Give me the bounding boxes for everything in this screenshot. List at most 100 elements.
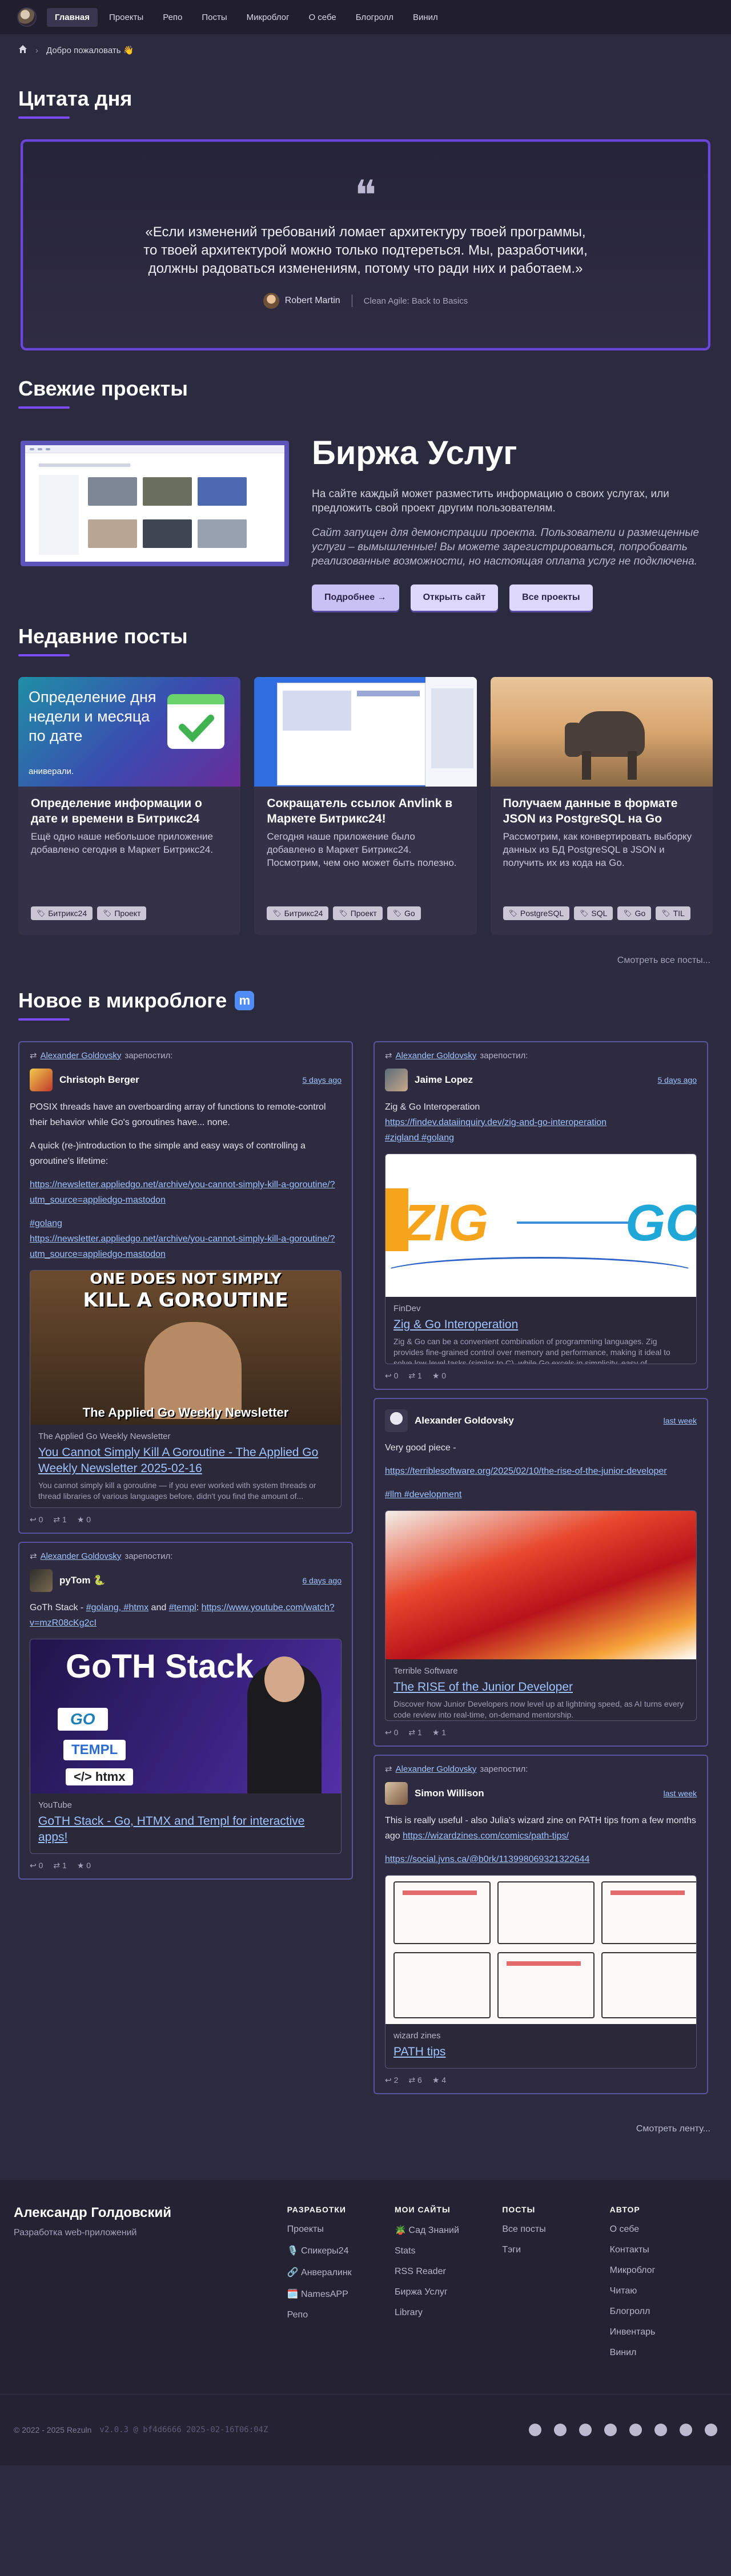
nav-vinyl[interactable]: Винил — [405, 8, 446, 27]
vk-icon[interactable] — [680, 2424, 692, 2436]
nav-projects[interactable]: Проекты — [101, 8, 151, 27]
site-logo[interactable] — [17, 7, 37, 27]
tag[interactable]: 🏷 Проект — [333, 906, 383, 920]
reply-icon[interactable]: ↩ 0 — [30, 1515, 43, 1525]
nav-posts[interactable]: Посты — [194, 8, 235, 27]
footer-link[interactable]: Проекты — [287, 2224, 395, 2235]
footer-link[interactable]: Stats — [395, 2246, 502, 2256]
boost-icon[interactable]: ⇄ 6 — [408, 2075, 421, 2085]
avatar[interactable] — [385, 1069, 408, 1091]
tag[interactable]: 🏷 TIL — [656, 906, 690, 920]
steam-icon[interactable] — [705, 2424, 717, 2436]
boost-icon[interactable]: ⇄ 1 — [408, 1728, 421, 1738]
star-icon[interactable]: ★ 0 — [77, 1515, 91, 1525]
link-preview-card[interactable]: wizard zines PATH tips — [385, 1875, 697, 2069]
reply-icon[interactable]: ↩ 0 — [385, 1371, 398, 1381]
nav-microblog[interactable]: Микроблог — [239, 8, 298, 27]
star-icon[interactable]: ★ 4 — [432, 2075, 446, 2085]
footer-link[interactable]: Винил — [610, 2348, 717, 2358]
footer-link[interactable]: 🗓️ NamesAPP — [287, 2288, 395, 2300]
reply-icon[interactable]: ↩ 2 — [385, 2075, 398, 2085]
preview-title[interactable]: You Cannot Simply Kill A Goroutine - The… — [30, 1441, 341, 1477]
preview-title[interactable]: The RISE of the Junior Developer — [385, 1676, 696, 1695]
project-more-button[interactable]: Подробнее → — [312, 584, 399, 611]
toot-link[interactable]: https://terriblesoftware.org/2025/02/10/… — [385, 1466, 667, 1476]
mastodon-icon[interactable] — [629, 2424, 642, 2436]
link-preview-card[interactable]: ONE DOES NOT SIMPLY KILL A GOROUTINE The… — [30, 1270, 342, 1508]
hashtag-link[interactable]: #zigland #golang — [385, 1133, 454, 1143]
toot-author[interactable]: pyTom 🐍 — [59, 1575, 296, 1586]
home-icon[interactable] — [18, 45, 27, 56]
footer-link[interactable]: Контакты — [610, 2245, 717, 2255]
avatar[interactable] — [385, 1409, 408, 1432]
footer-link[interactable]: 🪴 Сад Знаний — [395, 2224, 502, 2236]
toot-link[interactable]: https://findev.dataiinquiry.dev/zig-and-… — [385, 1118, 607, 1127]
mail-icon[interactable] — [554, 2424, 567, 2436]
nav-home[interactable]: Главная — [47, 7, 98, 27]
footer-link[interactable]: Инвентарь — [610, 2327, 717, 2337]
project-screenshot[interactable] — [21, 441, 289, 566]
open-site-button[interactable]: Открыть сайт — [410, 584, 499, 611]
post-title[interactable]: Определение информации о дате и времени … — [31, 796, 228, 827]
link-preview-card[interactable]: GoTH Stack GO TEMPL </> htmx YouTube GoT… — [30, 1639, 342, 1854]
boost-user-link[interactable]: Alexander Goldovsky — [41, 1051, 122, 1061]
preview-title[interactable]: GoTH Stack - Go, HTMX and Templ for inte… — [30, 1810, 341, 1853]
post-card[interactable]: Сокращатель ссылок Anvlink в Маркете Бит… — [254, 677, 477, 935]
avatar[interactable] — [30, 1569, 53, 1592]
telegram-icon[interactable] — [529, 2424, 541, 2436]
toot-date[interactable]: last week — [664, 1416, 697, 1425]
nav-about[interactable]: О себе — [300, 8, 344, 27]
hashtag-link[interactable]: #llm #development — [385, 1490, 461, 1499]
boost-user-link[interactable]: Alexander Goldovsky — [41, 1551, 122, 1561]
tag[interactable]: 🏷 Go — [617, 906, 652, 920]
tag[interactable]: 🏷 PostgreSQL — [503, 906, 570, 920]
reply-icon[interactable]: ↩ 0 — [30, 1861, 43, 1870]
boost-user-link[interactable]: Alexander Goldovsky — [396, 1051, 477, 1061]
footer-link[interactable]: Блогролл — [610, 2307, 717, 2317]
footer-link[interactable]: О себе — [610, 2224, 717, 2235]
nav-blogroll[interactable]: Блогролл — [348, 8, 401, 27]
footer-link[interactable]: Читаю — [610, 2286, 717, 2296]
post-title[interactable]: Получаем данные в формате JSON из Postgr… — [503, 796, 700, 827]
preview-title[interactable]: PATH tips — [385, 2041, 696, 2068]
footer-link[interactable]: Все посты — [502, 2224, 609, 2235]
hashtag-link[interactable]: #templ — [169, 1603, 196, 1612]
tag[interactable]: 🏷 Проект — [97, 906, 147, 920]
toot-link[interactable]: https://newsletter.appliedgo.net/archive… — [30, 1180, 335, 1205]
preview-title[interactable]: Zig & Go Interoperation — [385, 1313, 696, 1333]
boost-user-link[interactable]: Alexander Goldovsky — [396, 1764, 477, 1774]
hashtag-link[interactable]: #golang — [30, 1219, 62, 1228]
tag[interactable]: 🏷 SQL — [574, 906, 613, 920]
see-feed-link[interactable]: Смотреть ленту... — [0, 2124, 710, 2134]
footer-link[interactable]: Микроблог — [610, 2265, 717, 2276]
toot-link[interactable]: https://newsletter.appliedgo.net/archive… — [30, 1234, 335, 1259]
footer-link[interactable]: Тэги — [502, 2245, 609, 2255]
github-icon[interactable] — [579, 2424, 592, 2436]
toot-author[interactable]: Christoph Berger — [59, 1074, 296, 1086]
post-card[interactable]: Получаем данные в формате JSON из Postgr… — [490, 677, 713, 935]
link-preview-card[interactable]: ZIG GO FinDev Zig & Go Interoperation Zi… — [385, 1154, 697, 1364]
boost-icon[interactable]: ⇄ 1 — [53, 1515, 66, 1525]
avatar[interactable] — [385, 1782, 408, 1805]
reply-icon[interactable]: ↩ 0 — [385, 1728, 398, 1738]
all-posts-link[interactable]: Смотреть все посты... — [0, 956, 710, 966]
boost-icon[interactable]: ⇄ 1 — [53, 1861, 66, 1870]
post-card[interactable]: Определение дня недели и месяца по дате … — [18, 677, 241, 935]
avatar[interactable] — [30, 1069, 53, 1091]
star-icon[interactable]: ★ 0 — [77, 1861, 91, 1870]
footer-link[interactable]: 🔗 Анвералинк — [287, 2267, 395, 2278]
toot-author[interactable]: Alexander Goldovsky — [415, 1415, 657, 1426]
toot-date[interactable]: last week — [664, 1789, 697, 1798]
footer-link[interactable]: Репо — [287, 2310, 395, 2320]
tag[interactable]: 🏷 Битрикс24 — [267, 906, 329, 920]
toot-link[interactable]: https://wizardzines.com/comics/path-tips… — [403, 1831, 569, 1841]
footer-link[interactable]: 🎙️ Спикеры24 — [287, 2245, 395, 2256]
footer-link[interactable]: Library — [395, 2308, 502, 2318]
toot-date[interactable]: 5 days ago — [303, 1075, 342, 1085]
toot-author[interactable]: Jaime Lopez — [415, 1074, 651, 1086]
star-icon[interactable]: ★ 0 — [432, 1371, 446, 1381]
gitlab-icon[interactable] — [604, 2424, 617, 2436]
toot-date[interactable]: 5 days ago — [658, 1075, 697, 1085]
tag[interactable]: 🏷 Битрикс24 — [31, 906, 93, 920]
bluesky-icon[interactable] — [654, 2424, 667, 2436]
